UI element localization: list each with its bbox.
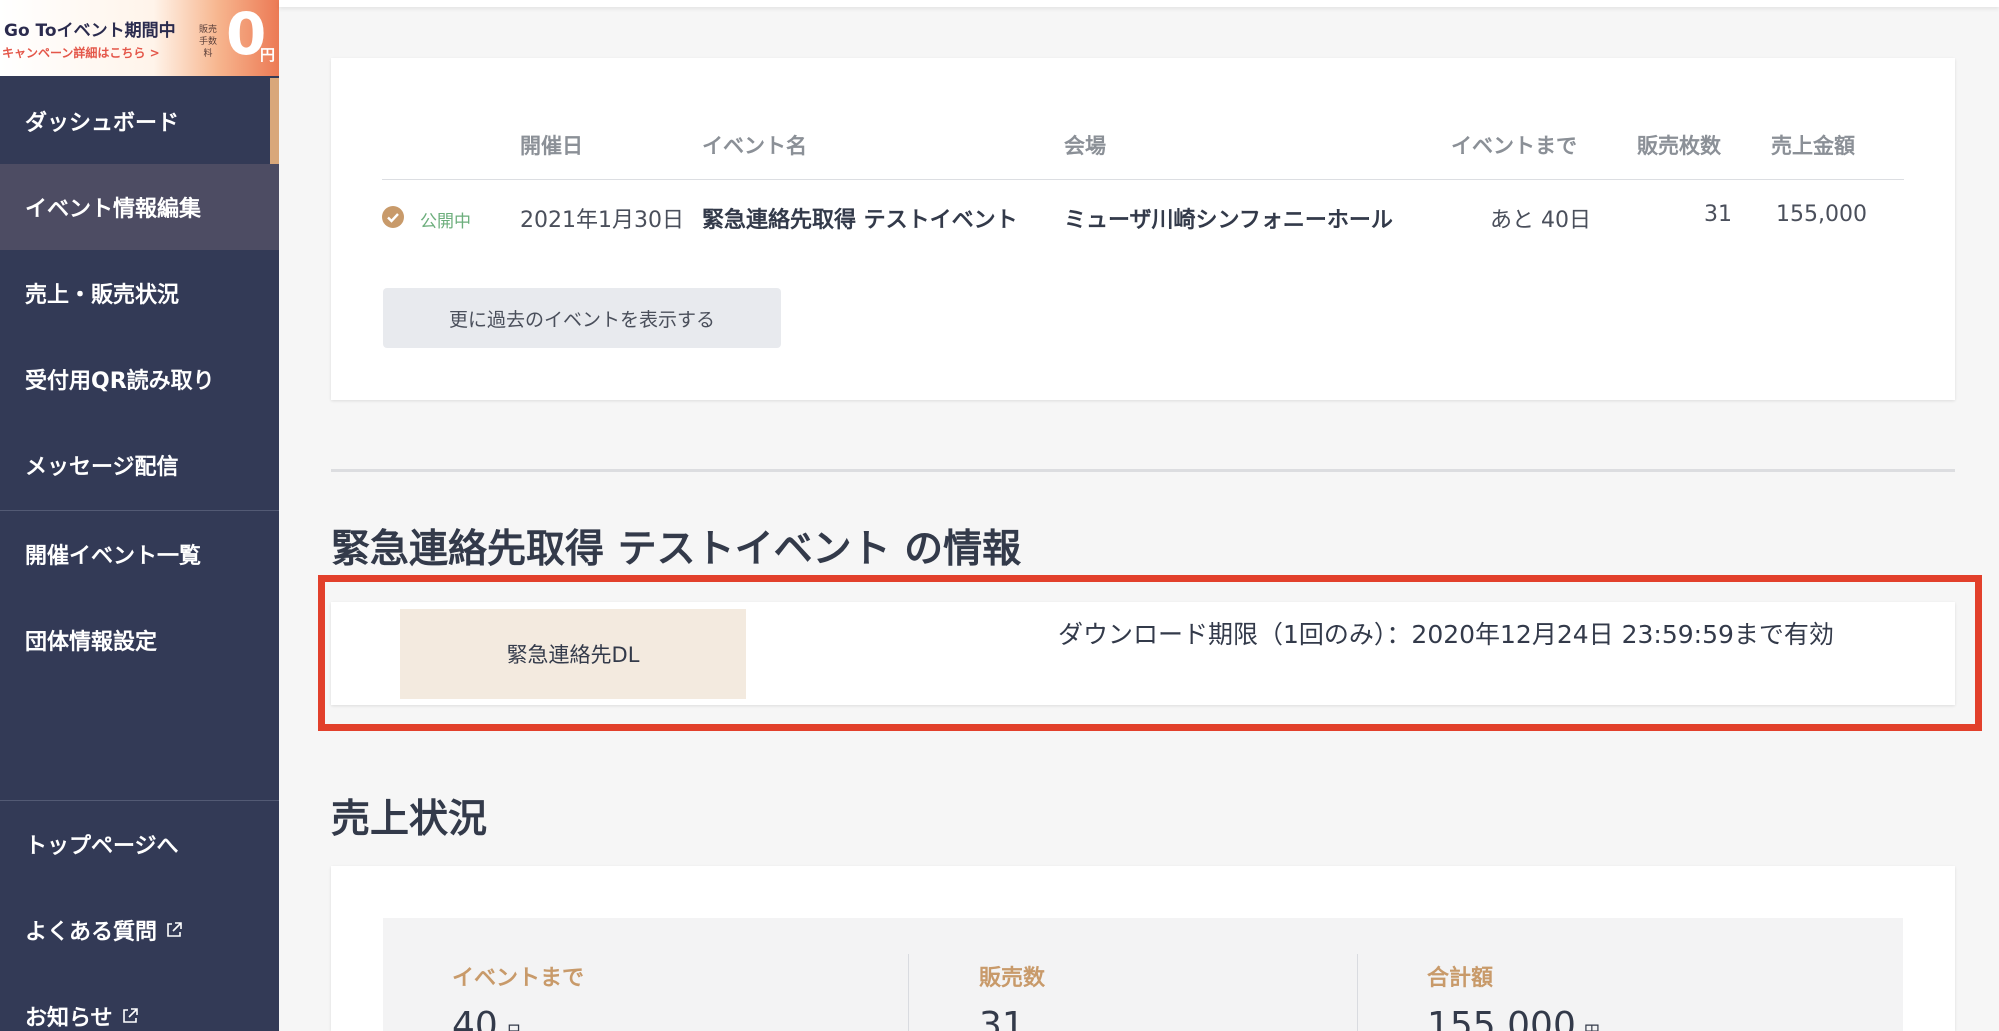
sidebar-item-messages[interactable]: メッセージ配信 xyxy=(0,422,279,508)
event-tickets-sold: 31 xyxy=(1704,202,1732,227)
sidebar-item-org-settings[interactable]: 団体情報設定 xyxy=(0,597,279,683)
stat-divider xyxy=(1357,954,1358,1031)
banner-headline: Go Toイベント期間中 xyxy=(4,21,176,41)
event-days-until: あと 40日 xyxy=(1490,208,1591,233)
sidebar-item-event-edit[interactable]: イベント情報編集 xyxy=(0,164,279,250)
sidebar-item-event-list[interactable]: 開催イベント一覧 xyxy=(0,511,279,597)
table-header-divider xyxy=(382,179,1904,180)
event-sales-amount: 155,000 xyxy=(1776,202,1867,227)
event-info-title: 緊急連絡先取得 テストイベント の情報 xyxy=(331,527,1022,572)
column-header-date: 開催日 xyxy=(520,134,583,158)
stats-panel xyxy=(383,918,1903,1031)
banner-fee-label: 販売手数料 xyxy=(198,25,217,59)
sidebar-item-dashboard[interactable]: ダッシュボード xyxy=(0,78,279,164)
column-header-event-name: イベント名 xyxy=(702,134,807,158)
stat-unit: 円 xyxy=(1584,1022,1600,1031)
banner-fee-unit: 円 xyxy=(260,46,276,64)
event-date: 2021年1月30日 xyxy=(520,208,684,233)
stat-value-sold-count: 31 xyxy=(979,1005,1025,1031)
external-link-icon xyxy=(122,1008,138,1023)
download-deadline-note: ダウンロード期限（1回のみ）：2020年12月24日 23:59:59まで有効 xyxy=(1058,620,1834,649)
external-link-icon xyxy=(167,922,182,937)
sidebar-item-label: よくある質問 xyxy=(25,920,158,945)
stat-divider xyxy=(908,954,909,1031)
event-name: 緊急連絡先取得 テストイベント xyxy=(702,208,1018,233)
stat-value-total-amount: 155,000 円 xyxy=(1427,1005,1600,1031)
emergency-contact-download-button[interactable]: 緊急連絡先DL xyxy=(400,609,746,699)
stat-label-total-amount: 合計額 xyxy=(1427,966,1494,991)
stat-value-until-event: 40 日 xyxy=(452,1005,522,1031)
stat-label-sold-count: 販売数 xyxy=(979,966,1046,991)
column-header-venue: 会場 xyxy=(1064,134,1106,158)
section-divider xyxy=(331,469,1955,472)
sidebar-item-top-page[interactable]: トップページへ xyxy=(0,801,279,887)
banner-link-text: キャンペーン詳細はこちら > xyxy=(2,46,160,60)
status-badge: 公開中 xyxy=(420,212,471,232)
goto-campaign-banner[interactable]: Go Toイベント期間中 キャンペーン詳細はこちら > 販売手数料 0 円 xyxy=(0,0,279,76)
stat-unit: 日 xyxy=(506,1022,522,1031)
sidebar: Go Toイベント期間中 キャンペーン詳細はこちら > 販売手数料 0 円 ダッ… xyxy=(0,0,279,1031)
column-header-tickets-sold: 販売枚数 xyxy=(1637,134,1721,158)
sidebar-item-faq[interactable]: よくある質問 xyxy=(0,887,279,973)
top-header-bar xyxy=(279,0,1999,7)
column-header-sales-amount: 売上金額 xyxy=(1771,134,1855,158)
stat-label-until-event: イベントまで xyxy=(452,966,585,991)
sidebar-item-qr-reader[interactable]: 受付用QR読み取り xyxy=(0,336,279,422)
stat-number: 40 xyxy=(452,1005,498,1031)
stat-number: 155,000 xyxy=(1427,1005,1576,1031)
check-circle-icon xyxy=(382,206,404,228)
sidebar-item-label: お知らせ xyxy=(25,1006,113,1031)
sidebar-item-sales[interactable]: 売上・販売状況 xyxy=(0,250,279,336)
column-header-until-event: イベントまで xyxy=(1451,134,1577,158)
sidebar-scroll-accent xyxy=(270,78,279,164)
sidebar-item-news[interactable]: お知らせ xyxy=(0,973,279,1031)
event-venue: ミューザ川崎シンフォニーホール xyxy=(1064,208,1393,233)
show-past-events-button[interactable]: 更に過去のイベントを表示する xyxy=(383,288,781,348)
sales-status-title: 売上状況 xyxy=(331,797,488,842)
